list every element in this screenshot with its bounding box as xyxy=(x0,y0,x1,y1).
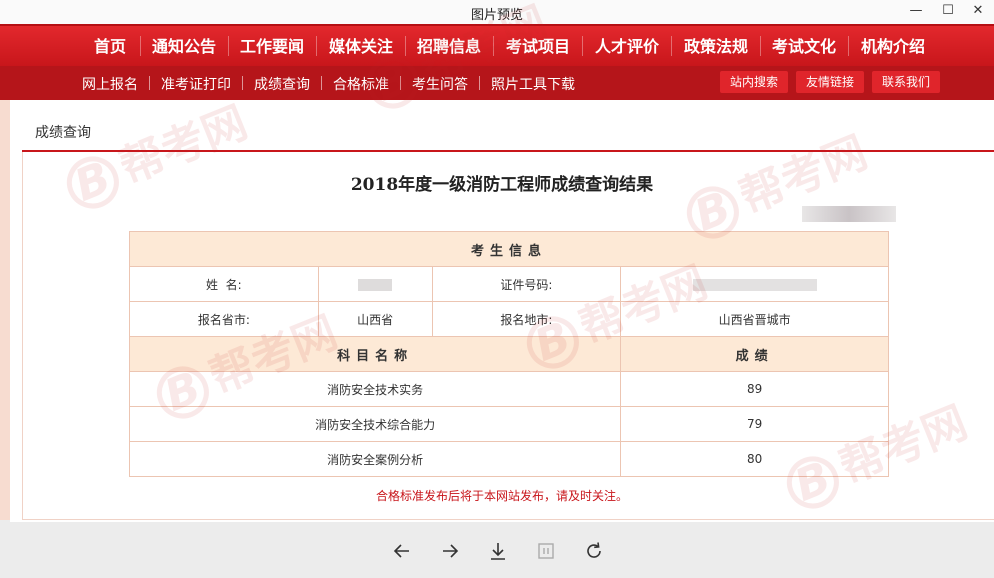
nav-item-policy[interactable]: 政策法规 xyxy=(675,26,757,66)
subnav-divider xyxy=(479,76,480,90)
subnav-divider xyxy=(400,76,401,90)
nav-separator xyxy=(493,36,494,56)
arrow-right-icon[interactable] xyxy=(439,540,461,562)
table-row: 考生信息 xyxy=(129,231,889,267)
main-nav: 首页 通知公告 工作要闻 媒体关注 招聘信息 考试项目 人才评价 政策法规 考试… xyxy=(0,24,994,66)
subnav-photo-tool-download[interactable]: 照片工具下载 xyxy=(491,74,575,94)
nav-separator xyxy=(582,36,583,56)
subnav-online-registration[interactable]: 网上报名 xyxy=(82,74,138,94)
table-row: 科目名称 成绩 xyxy=(128,336,889,372)
subject-score: 89 xyxy=(620,371,889,407)
subject-header: 科目名称 xyxy=(128,336,622,372)
subnav-divider xyxy=(242,76,243,90)
subject-score: 79 xyxy=(620,406,889,442)
candidate-info-header: 考生信息 xyxy=(129,231,889,267)
subnav-pass-standard[interactable]: 合格标准 xyxy=(333,74,389,94)
name-label: 姓 名: xyxy=(129,266,319,302)
result-title: 2018年度一级消防工程师成绩查询结果 xyxy=(350,175,654,195)
nav-separator xyxy=(140,36,141,56)
fit-icon[interactable] xyxy=(535,540,557,562)
rotate-icon[interactable] xyxy=(583,540,605,562)
site-search-button[interactable]: 站内搜索 xyxy=(720,71,789,93)
nav-item-recruitment[interactable]: 招聘信息 xyxy=(408,26,490,66)
score-header: 成绩 xyxy=(620,336,889,372)
left-gutter xyxy=(0,100,10,520)
subnav-divider xyxy=(149,76,150,90)
content-panel: 成绩查询 2018年度一级消防工程师成绩查询结果 考生信息 姓 名: 证件号码:… xyxy=(10,100,994,522)
city-label: 报名地市: xyxy=(431,301,622,337)
redacted-info xyxy=(802,206,896,222)
nav-item-home[interactable]: 首页 xyxy=(82,26,138,66)
nav-item-media[interactable]: 媒体关注 xyxy=(320,26,402,66)
table-row: 消防安全技术实务 89 xyxy=(128,371,889,407)
province-label: 报名省市: xyxy=(129,301,319,337)
minimize-button[interactable]: — xyxy=(898,0,934,24)
nav-separator xyxy=(316,36,317,56)
nav-item-exams[interactable]: 考试项目 xyxy=(497,26,579,66)
sub-nav: 网上报名 准考证打印 成绩查询 合格标准 考生问答 照片工具下载 站内搜索 友情… xyxy=(0,66,994,100)
redacted-name xyxy=(358,278,393,291)
preview-toolbar xyxy=(0,522,994,578)
id-value xyxy=(620,266,889,302)
subnav-candidate-qa[interactable]: 考生问答 xyxy=(412,74,468,94)
arrow-left-icon[interactable] xyxy=(391,540,413,562)
table-row: 消防安全技术综合能力 79 xyxy=(128,406,889,442)
city-value: 山西省晋城市 xyxy=(620,301,889,337)
subject-name: 消防安全技术综合能力 xyxy=(128,406,622,442)
nav-separator xyxy=(228,36,229,56)
window-titlebar: 图片预览 — ☐ ✕ xyxy=(0,0,994,24)
nav-item-exam-culture[interactable]: 考试文化 xyxy=(763,26,845,66)
id-label: 证件号码: xyxy=(431,266,622,302)
nav-item-work-news[interactable]: 工作要闻 xyxy=(231,26,313,66)
table-row: 报名省市: 山西省 报名地市: 山西省晋城市 xyxy=(129,301,889,337)
province-value: 山西省 xyxy=(317,301,433,337)
name-value xyxy=(317,266,433,302)
contact-us-button[interactable]: 联系我们 xyxy=(872,71,941,93)
score-table: 考生信息 姓 名: 证件号码: 报名省市: 山西省 报名地市: 山西省晋城市 科… xyxy=(128,231,889,477)
subject-name: 消防安全技术实务 xyxy=(128,371,622,407)
nav-separator xyxy=(848,36,849,56)
redacted-id xyxy=(692,278,817,291)
friendly-links-button[interactable]: 友情链接 xyxy=(796,71,865,93)
download-icon[interactable] xyxy=(487,540,509,562)
subject-name: 消防安全案例分析 xyxy=(128,441,622,477)
subnav-admission-ticket[interactable]: 准考证打印 xyxy=(161,74,231,94)
pass-standard-note: 合格标准发布后将于本网站发布，请及时关注。 xyxy=(375,489,628,503)
nav-item-talent-evaluation[interactable]: 人才评价 xyxy=(586,26,668,66)
nav-separator xyxy=(405,36,406,56)
nav-separator xyxy=(671,36,672,56)
table-row: 消防安全案例分析 80 xyxy=(128,441,889,477)
subject-score: 80 xyxy=(620,441,889,477)
close-button[interactable]: ✕ xyxy=(960,0,994,24)
subnav-divider xyxy=(321,76,322,90)
section-title: 成绩查询 xyxy=(35,125,91,141)
window-title: 图片预览 xyxy=(470,8,523,23)
subnav-score-query[interactable]: 成绩查询 xyxy=(254,74,310,94)
nav-item-about[interactable]: 机构介绍 xyxy=(852,26,934,66)
nav-separator xyxy=(760,36,761,56)
table-row: 姓 名: 证件号码: xyxy=(129,266,889,302)
nav-item-notices[interactable]: 通知公告 xyxy=(143,26,225,66)
